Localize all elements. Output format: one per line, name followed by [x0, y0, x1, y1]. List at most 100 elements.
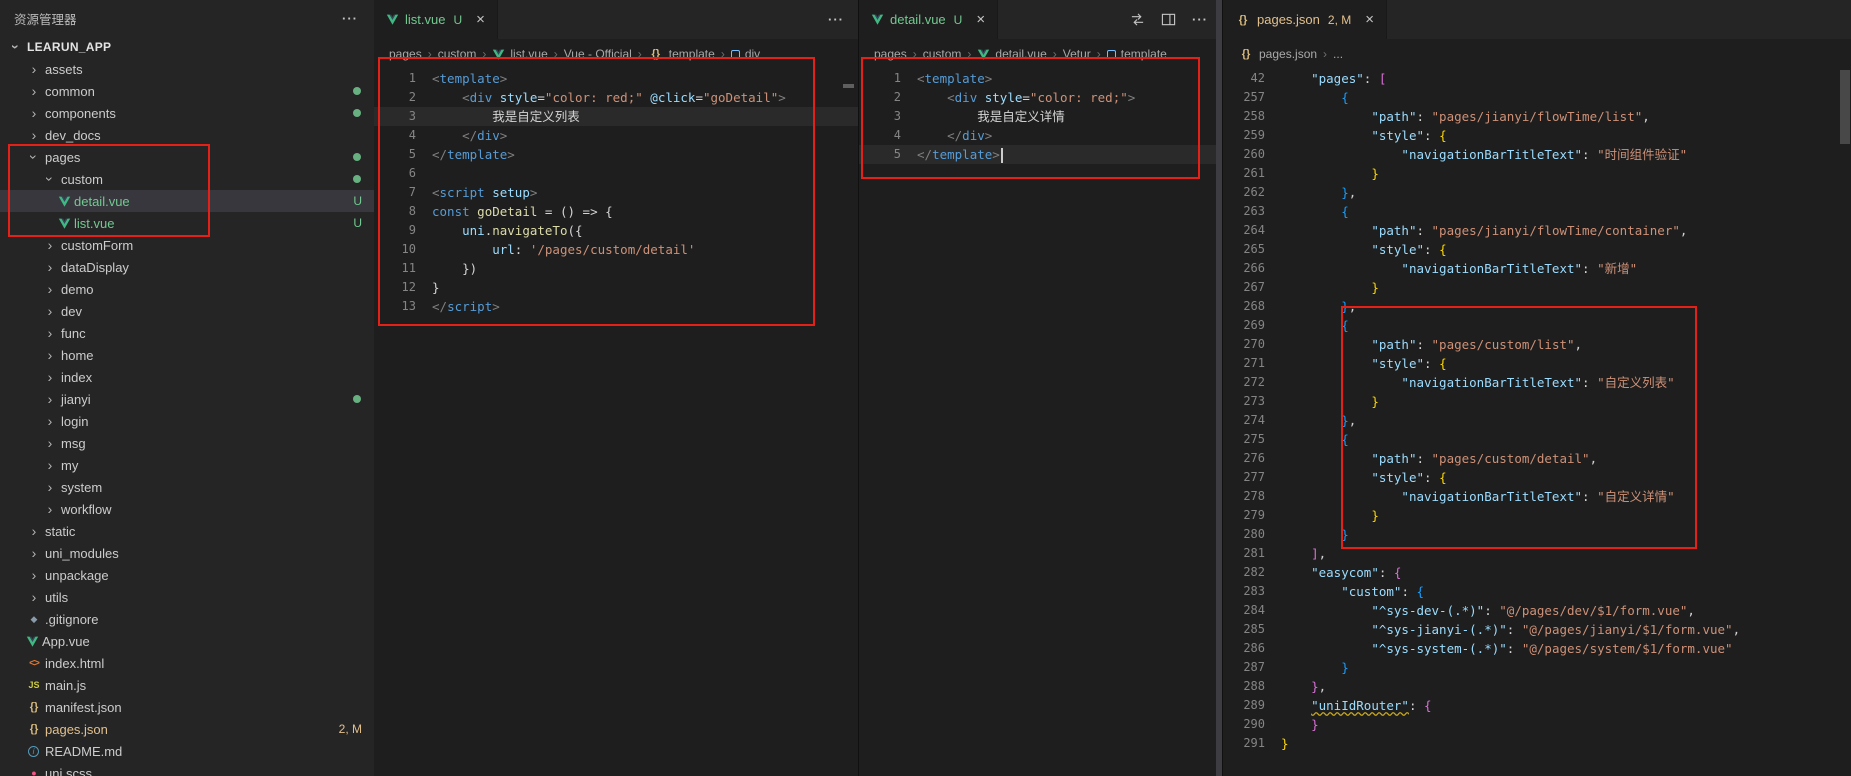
code-line[interactable]: 4 </div>	[374, 126, 858, 145]
explorer-item-uni.scss[interactable]: ●uni.scss	[0, 762, 374, 776]
code-line[interactable]: 284 "^sys-dev-(.*)": "@/pages/dev/$1/for…	[1223, 601, 1851, 620]
explorer-item-my[interactable]: ›my	[0, 454, 374, 476]
code-line[interactable]: 9 uni.navigateTo({	[374, 221, 858, 240]
breadcrumb-item[interactable]: ...	[1333, 47, 1343, 61]
explorer-item-demo[interactable]: ›demo	[0, 278, 374, 300]
explorer-item-common[interactable]: ›common	[0, 80, 374, 102]
code-line[interactable]: 1<template>	[374, 69, 858, 88]
breadcrumb-item[interactable]: template	[1107, 47, 1167, 61]
code-line[interactable]: 12}	[374, 278, 858, 297]
code-line[interactable]: 286 "^sys-system-(.*)": "@/pages/system/…	[1223, 639, 1851, 658]
breadcrumb-item[interactable]: div	[731, 47, 760, 61]
close-icon[interactable]: ×	[976, 12, 985, 27]
code-line[interactable]: 275 {	[1223, 430, 1851, 449]
explorer-item-login[interactable]: ›login	[0, 410, 374, 432]
code-line[interactable]: 279 }	[1223, 506, 1851, 525]
breadcrumb-item[interactable]: {}template	[648, 47, 715, 61]
explorer-item-dev[interactable]: ›dev	[0, 300, 374, 322]
close-icon[interactable]: ×	[1365, 12, 1374, 27]
code-line[interactable]: 42 "pages": [	[1223, 69, 1851, 88]
explorer-item-.gitignore[interactable]: ◆.gitignore	[0, 608, 374, 630]
breadcrumb-item[interactable]: pages	[874, 47, 907, 61]
tab-pages.json[interactable]: {}pages.json2, M×	[1223, 0, 1387, 39]
explorer-item-pages.json[interactable]: {}pages.json2, M	[0, 718, 374, 740]
explorer-item-utils[interactable]: ›utils	[0, 586, 374, 608]
explorer-item-index[interactable]: ›index	[0, 366, 374, 388]
code-line[interactable]: 261 }	[1223, 164, 1851, 183]
editor-layout-icon[interactable]	[1161, 12, 1176, 27]
explorer-item-workflow[interactable]: ›workflow	[0, 498, 374, 520]
code-line[interactable]: 276 "path": "pages/custom/detail",	[1223, 449, 1851, 468]
tab-detail.vue[interactable]: detail.vueU×	[859, 0, 998, 39]
code-line[interactable]: 289 "uniIdRouter": {	[1223, 696, 1851, 715]
explorer-item-README.md[interactable]: iREADME.md	[0, 740, 374, 762]
code-line[interactable]: 263 {	[1223, 202, 1851, 221]
explorer-item-jianyi[interactable]: ›jianyi	[0, 388, 374, 410]
explorer-item-dataDisplay[interactable]: ›dataDisplay	[0, 256, 374, 278]
code-line[interactable]: 268 },	[1223, 297, 1851, 316]
explorer-item-detail.vue[interactable]: detail.vueU	[0, 190, 374, 212]
code-line[interactable]: 270 "path": "pages/custom/list",	[1223, 335, 1851, 354]
breadcrumb-item[interactable]: list.vue	[492, 47, 547, 61]
explorer-item-manifest.json[interactable]: {}manifest.json	[0, 696, 374, 718]
code-line[interactable]: 285 "^sys-jianyi-(.*)": "@/pages/jianyi/…	[1223, 620, 1851, 639]
code-line[interactable]: 260 "navigationBarTitleText": "时间组件验证"	[1223, 145, 1851, 164]
explorer-item-list.vue[interactable]: list.vueU	[0, 212, 374, 234]
code-line[interactable]: 287 }	[1223, 658, 1851, 677]
code-line[interactable]: 291}	[1223, 734, 1851, 753]
code-line[interactable]: 271 "style": {	[1223, 354, 1851, 373]
breadcrumb-item[interactable]: custom	[438, 47, 477, 61]
code-line[interactable]: 281 ],	[1223, 544, 1851, 563]
explorer-root[interactable]: ›LEARUN_APP	[0, 36, 374, 58]
code-line[interactable]: 282 "easycom": {	[1223, 563, 1851, 582]
explorer-item-static[interactable]: ›static	[0, 520, 374, 542]
code-line[interactable]: 8const goDetail = () => {	[374, 202, 858, 221]
explorer-item-func[interactable]: ›func	[0, 322, 374, 344]
code-line[interactable]: 7<script setup>	[374, 183, 858, 202]
code-line[interactable]: 4 </div>	[859, 126, 1222, 145]
code-line[interactable]: 267 }	[1223, 278, 1851, 297]
explorer-item-main.js[interactable]: JSmain.js	[0, 674, 374, 696]
explorer-item-system[interactable]: ›system	[0, 476, 374, 498]
explorer-item-home[interactable]: ›home	[0, 344, 374, 366]
breadcrumb-item[interactable]: Vue - Official	[564, 47, 632, 61]
explorer-item-custom[interactable]: ›custom	[0, 168, 374, 190]
scrollbar-thumb[interactable]	[1840, 70, 1850, 144]
code-line[interactable]: 283 "custom": {	[1223, 582, 1851, 601]
code-line[interactable]: 257 {	[1223, 88, 1851, 107]
code-line[interactable]: 266 "navigationBarTitleText": "新增"	[1223, 259, 1851, 278]
explorer-item-components[interactable]: ›components	[0, 102, 374, 124]
code-line[interactable]: 280 }	[1223, 525, 1851, 544]
code-line[interactable]: 10 url: '/pages/custom/detail'	[374, 240, 858, 259]
code-line[interactable]: 273 }	[1223, 392, 1851, 411]
code-line[interactable]: 5</template>	[374, 145, 858, 164]
breadcrumb-item[interactable]: custom	[923, 47, 962, 61]
more-actions-icon[interactable]: ···	[828, 12, 844, 27]
more-actions-icon[interactable]: ···	[342, 11, 358, 26]
code-line[interactable]: 288 },	[1223, 677, 1851, 696]
explorer-item-msg[interactable]: ›msg	[0, 432, 374, 454]
code-area-pages-json[interactable]: 42 "pages": [257 {258 "path": "pages/jia…	[1223, 69, 1851, 753]
code-line[interactable]: 5</template>	[859, 145, 1222, 164]
code-line[interactable]: 290 }	[1223, 715, 1851, 734]
explorer-item-App.vue[interactable]: App.vue	[0, 630, 374, 652]
code-line[interactable]: 6	[374, 164, 858, 183]
close-icon[interactable]: ×	[476, 12, 485, 27]
code-area-list-vue[interactable]: 1<template>2 <div style="color: red;" @c…	[374, 69, 858, 316]
explorer-item-assets[interactable]: ›assets	[0, 58, 374, 80]
explorer-item-index.html[interactable]: <>index.html	[0, 652, 374, 674]
code-line[interactable]: 272 "navigationBarTitleText": "自定义列表"	[1223, 373, 1851, 392]
code-line[interactable]: 258 "path": "pages/jianyi/flowTime/list"…	[1223, 107, 1851, 126]
code-line[interactable]: 2 <div style="color: red;" @click="goDet…	[374, 88, 858, 107]
code-line[interactable]: 278 "navigationBarTitleText": "自定义详情"	[1223, 487, 1851, 506]
code-line[interactable]: 2 <div style="color: red;">	[859, 88, 1222, 107]
code-line[interactable]: 277 "style": {	[1223, 468, 1851, 487]
code-area-detail-vue[interactable]: 1<template>2 <div style="color: red;">3 …	[859, 69, 1222, 164]
code-line[interactable]: 265 "style": {	[1223, 240, 1851, 259]
explorer-item-unpackage[interactable]: ›unpackage	[0, 564, 374, 586]
code-line[interactable]: 259 "style": {	[1223, 126, 1851, 145]
explorer-item-dev_docs[interactable]: ›dev_docs	[0, 124, 374, 146]
more-actions-icon[interactable]: ···	[1192, 12, 1208, 27]
breadcrumb-item[interactable]: pages	[389, 47, 422, 61]
breadcrumb-item[interactable]: detail.vue	[977, 47, 1046, 61]
